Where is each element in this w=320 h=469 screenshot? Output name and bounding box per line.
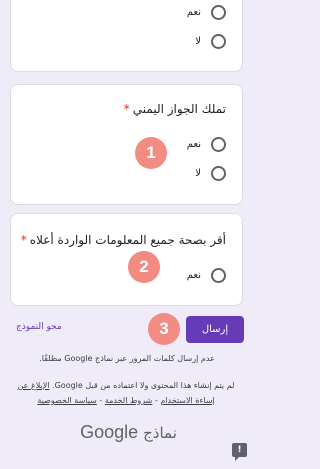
question-card-confirm: أقر بصحة جميع المعلومات الواردة أعلاه* ن…: [10, 213, 243, 306]
question-card-previous: نعم لا: [10, 0, 243, 72]
option-label: لا: [195, 35, 201, 47]
submit-button[interactable]: إرسال: [186, 316, 244, 343]
no-password-notice: عدم إرسال كلمات المرور عبر نماذج Google …: [39, 354, 215, 363]
radio-circle-icon[interactable]: [211, 136, 226, 152]
radio-option-no[interactable]: لا: [195, 32, 226, 50]
radio-option-no[interactable]: لا: [195, 164, 226, 182]
google-forms-logo: Google نماذج: [0, 422, 257, 443]
disclaimer-text: لم يتم إنشاء هذا المحتوى ولا اعتماده من …: [52, 381, 235, 390]
annotation-badge-3: 3: [148, 313, 180, 345]
radio-option-yes[interactable]: نعم: [187, 266, 226, 284]
brand-google: Google: [80, 422, 139, 442]
option-label: نعم: [186, 269, 201, 281]
privacy-link[interactable]: سياسة الخصوصية: [37, 396, 96, 405]
question-card-passport: تملك الجواز اليمني* نعم لا 1: [10, 84, 243, 205]
question-title: أقر بصحة جميع المعلومات الواردة أعلاه*: [21, 233, 226, 247]
question-title-text: أقر بصحة جميع المعلومات الواردة أعلاه: [29, 233, 226, 247]
option-label: نعم: [186, 138, 201, 150]
separator: -: [96, 396, 105, 405]
required-asterisk: *: [123, 102, 130, 116]
radio-circle-icon[interactable]: [211, 33, 226, 49]
brand-forms: نماذج: [143, 424, 177, 442]
radio-circle-icon[interactable]: [211, 267, 226, 283]
radio-circle-icon[interactable]: [211, 4, 226, 20]
radio-option-yes[interactable]: نعم: [187, 3, 226, 21]
annotation-badge-2: 2: [128, 251, 160, 283]
question-title: تملك الجواز اليمني*: [124, 102, 226, 116]
required-asterisk: *: [20, 233, 27, 247]
option-label: نعم: [186, 6, 201, 18]
annotation-badge-1: 1: [135, 137, 167, 169]
feedback-icon[interactable]: !: [232, 443, 247, 461]
clear-form-link[interactable]: محو النموذج: [16, 322, 62, 332]
question-title-text: تملك الجواز اليمني: [132, 102, 226, 116]
option-label: لا: [195, 167, 201, 179]
disclaimer: لم يتم إنشاء هذا المحتوى ولا اعتماده من …: [8, 378, 244, 408]
radio-circle-icon[interactable]: [211, 165, 226, 181]
radio-option-yes[interactable]: نعم: [187, 135, 226, 153]
terms-link[interactable]: شروط الخدمة: [105, 396, 153, 405]
